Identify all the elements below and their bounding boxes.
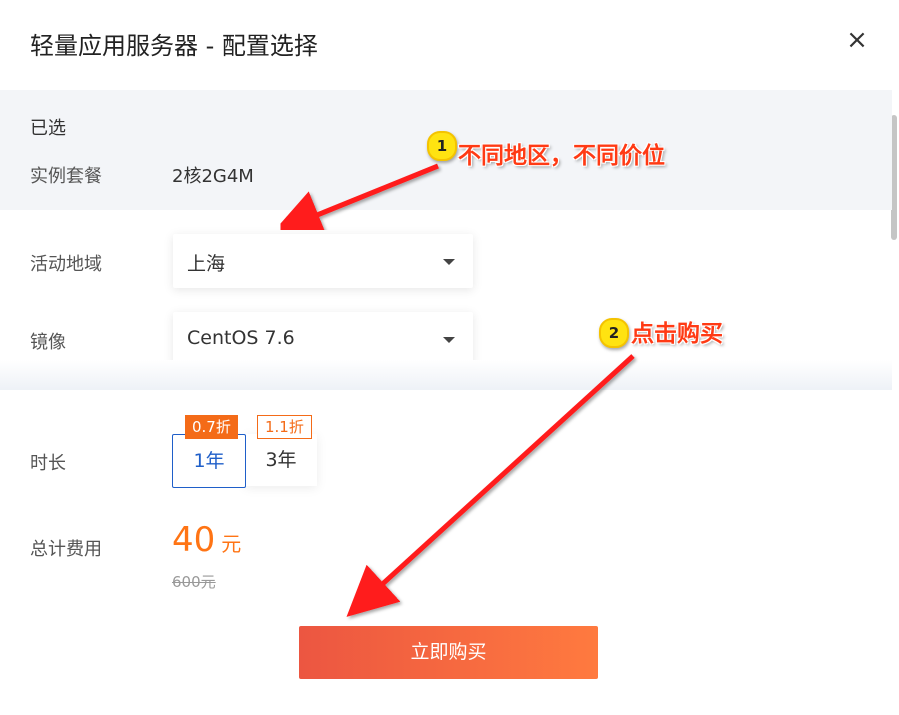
arrow-2 — [346, 354, 635, 617]
annotation-arrows — [271, 163, 635, 617]
annotation-text-2: 点击购买 — [631, 321, 723, 347]
annotation-badge-2: 2 — [599, 318, 629, 348]
annotation-text-1: 不同地区，不同价位 — [458, 143, 665, 169]
arrow-1 — [271, 163, 439, 238]
annotation-badge-1: 1 — [427, 131, 457, 161]
